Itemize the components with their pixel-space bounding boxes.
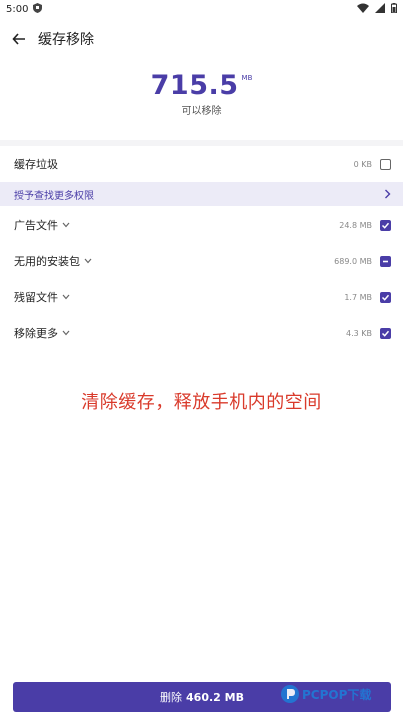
arrow-left-icon — [12, 33, 25, 45]
list-item-cache-junk[interactable]: 缓存垃圾 0 KB — [0, 146, 403, 182]
list-item-size: 0 KB — [353, 159, 372, 169]
delete-button-label: 删除 — [160, 691, 183, 704]
total-size-value: 715.5 — [150, 70, 239, 101]
list-item-label-group: 无用的安装包 — [14, 253, 92, 269]
battery-icon — [391, 2, 397, 16]
grant-permission-text: 授予查找更多权限 — [14, 190, 94, 202]
list-item-label-group: 残留文件 — [14, 289, 70, 305]
delete-button-amount: 460.2 MB — [186, 690, 244, 704]
list-item-label: 残留文件 — [14, 291, 58, 304]
list-item-size: 24.8 MB — [339, 220, 372, 230]
grant-permission-bar[interactable]: 授予查找更多权限 — [0, 182, 403, 206]
list-item-label-group: 移除更多 — [14, 325, 70, 341]
list-item-label: 移除更多 — [14, 327, 58, 340]
chevron-down-icon[interactable] — [84, 258, 92, 264]
list-item-ad-files[interactable]: 广告文件 24.8 MB — [0, 207, 403, 243]
check-icon — [381, 330, 390, 337]
status-right — [357, 2, 397, 16]
status-bar: 5:00 — [0, 0, 403, 18]
total-size: 715.5 MB — [151, 70, 253, 101]
list-item-size: 1.7 MB — [344, 292, 372, 302]
list-item-remove-more[interactable]: 移除更多 4.3 KB — [0, 315, 403, 351]
watermark-logo-icon — [281, 685, 299, 703]
list-item-size: 4.3 KB — [346, 328, 372, 338]
total-size-unit: MB — [241, 74, 253, 82]
checkbox[interactable] — [380, 158, 391, 170]
summary-panel: 715.5 MB 可以移除 — [0, 70, 403, 140]
check-icon — [381, 222, 390, 229]
checkbox[interactable] — [380, 219, 391, 231]
chevron-down-icon[interactable] — [62, 294, 70, 300]
chevron-down-icon[interactable] — [62, 330, 70, 336]
status-left: 5:00 — [6, 2, 43, 16]
list-item-unused-packages[interactable]: 无用的安装包 689.0 MB — [0, 243, 403, 279]
shield-icon — [33, 2, 43, 16]
summary-subtitle: 可以移除 — [181, 106, 222, 117]
list-item-label: 无用的安装包 — [14, 255, 80, 268]
page-title: 缓存移除 — [38, 32, 94, 48]
promo-caption: 清除缓存，释放手机内的空间 — [81, 392, 322, 413]
list-item-label: 广告文件 — [14, 219, 58, 232]
chevron-right-icon — [385, 189, 391, 199]
minus-icon — [383, 260, 388, 262]
chevron-down-icon[interactable] — [62, 222, 70, 228]
checkbox[interactable] — [380, 255, 391, 267]
checkbox[interactable] — [380, 327, 391, 339]
checkbox[interactable] — [380, 291, 391, 303]
list-item-size: 689.0 MB — [334, 256, 372, 266]
wifi-icon — [357, 3, 369, 16]
watermark: PCPOP下载 — [280, 684, 371, 704]
app-bar: 缓存移除 — [0, 22, 403, 56]
watermark-text: PCPOP下载 — [302, 687, 372, 702]
signal-icon — [375, 2, 385, 16]
list-item-residual-files[interactable]: 残留文件 1.7 MB — [0, 279, 403, 315]
status-time: 5:00 — [6, 3, 29, 15]
list-item-label: 缓存垃圾 — [14, 158, 58, 171]
list-item-label-group: 广告文件 — [14, 217, 70, 233]
check-icon — [381, 294, 390, 301]
back-button[interactable] — [8, 28, 30, 50]
